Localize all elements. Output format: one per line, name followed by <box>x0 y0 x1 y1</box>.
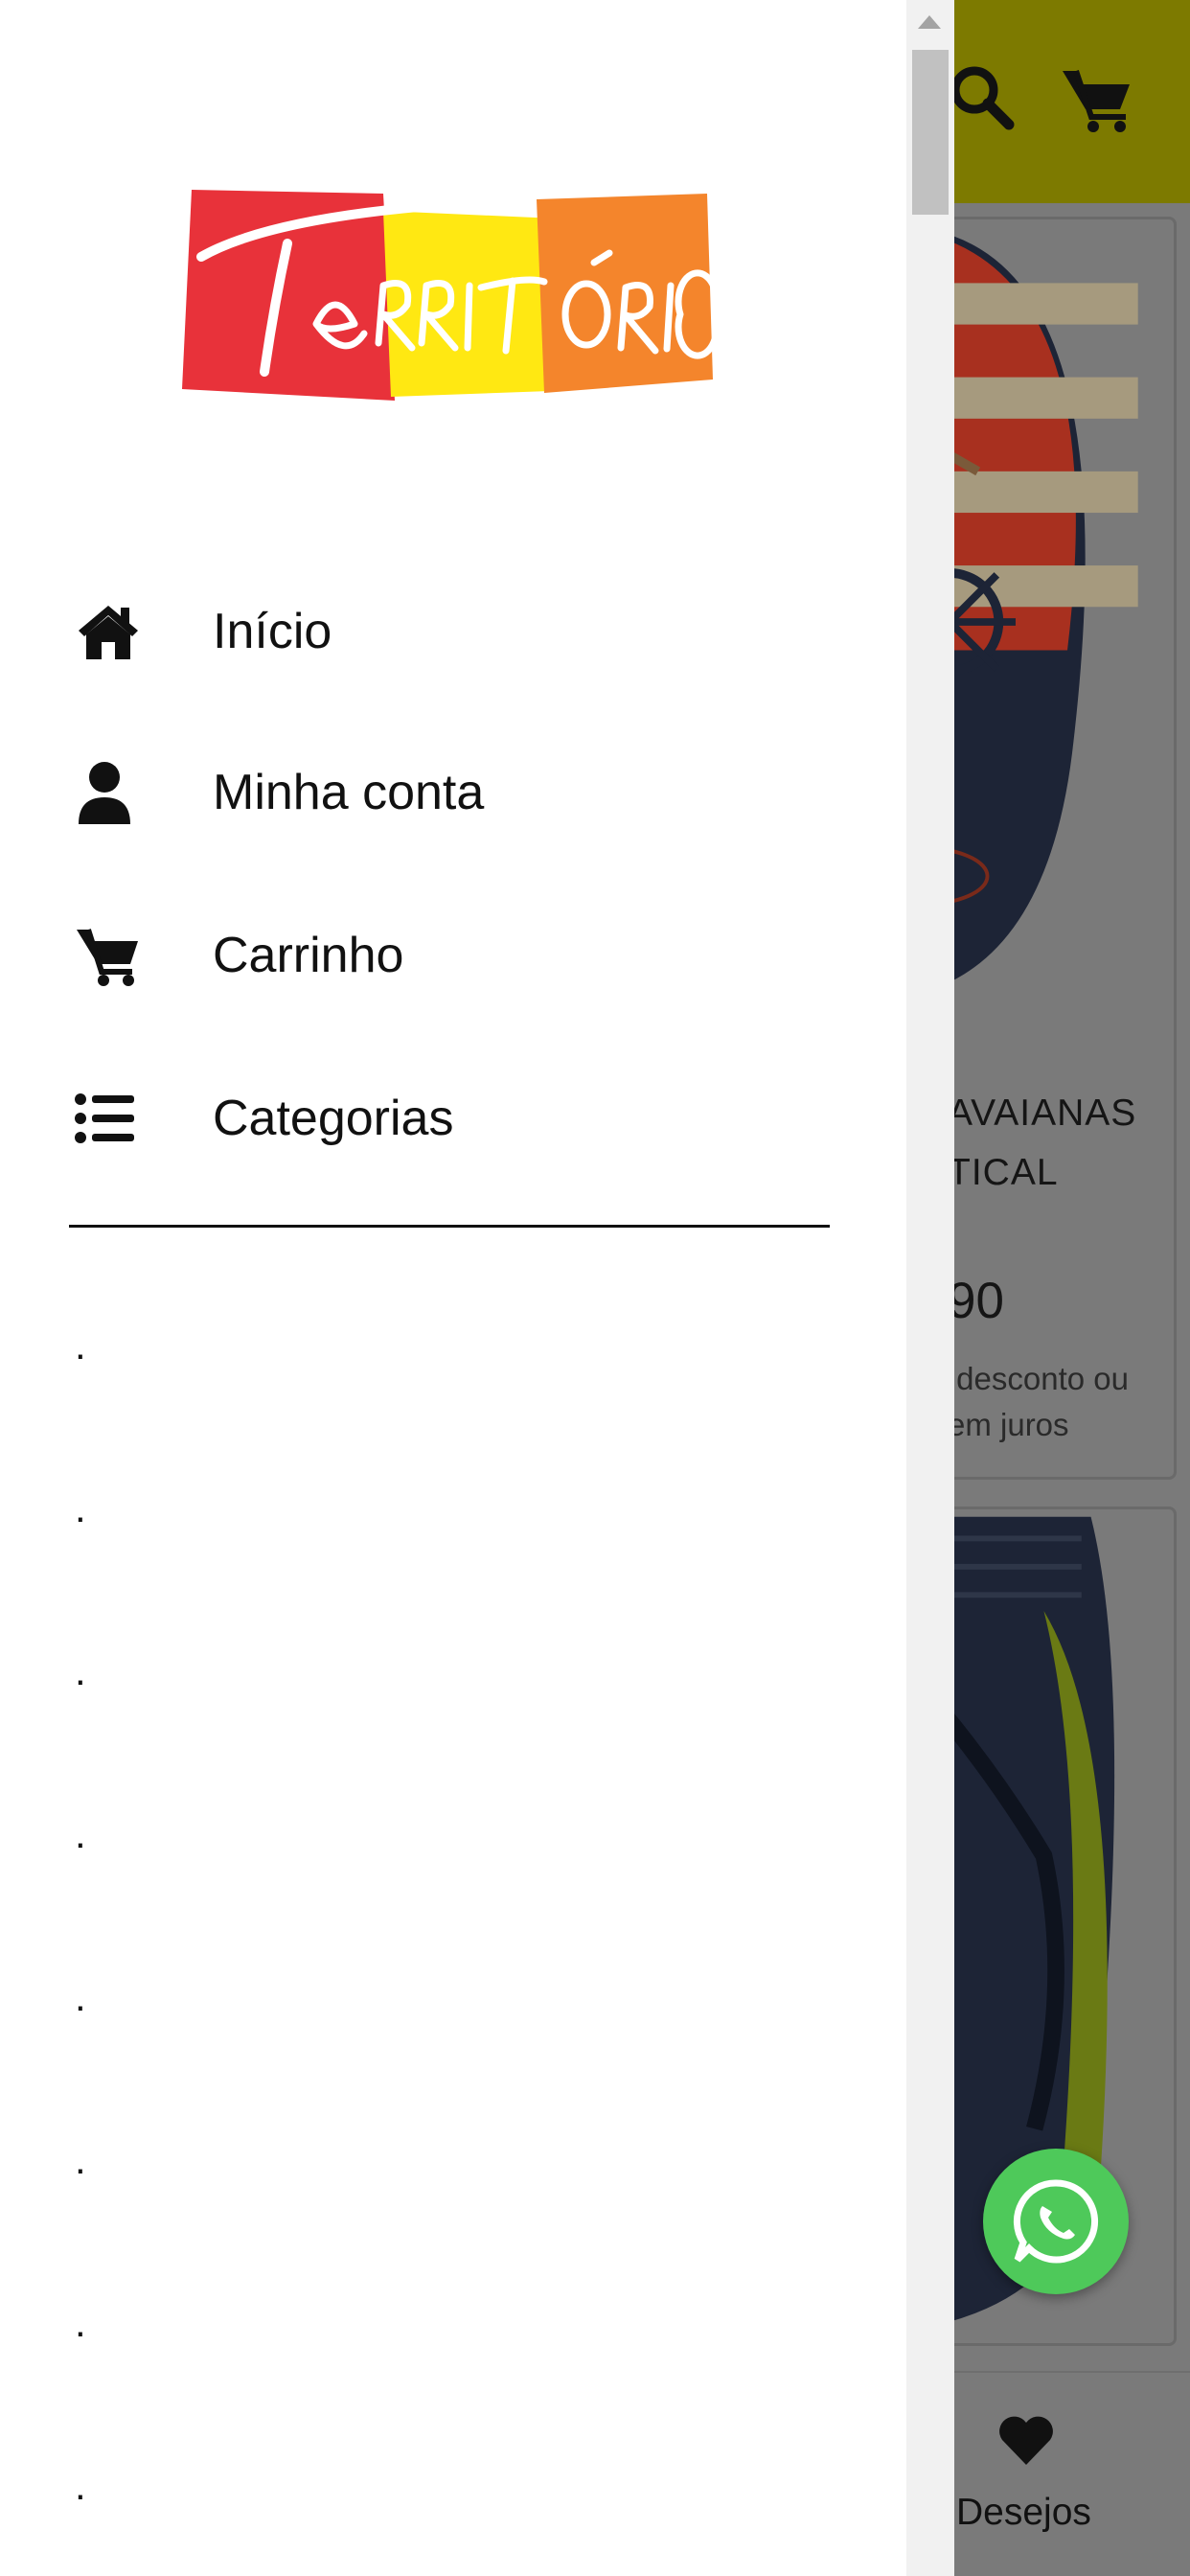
list-icon <box>75 1085 157 1152</box>
category-item[interactable]: . <box>75 1977 86 2017</box>
vertical-scrollbar[interactable] <box>906 0 954 2576</box>
wishlist-label[interactable]: Desejos <box>956 2492 1091 2534</box>
category-item[interactable]: . <box>75 2466 86 2506</box>
menu-item-inicio[interactable]: Início <box>67 579 834 684</box>
scroll-thumb[interactable] <box>912 50 949 215</box>
menu-label-carrinho: Carrinho <box>213 928 404 983</box>
user-icon <box>75 759 157 826</box>
whatsapp-button[interactable] <box>983 2149 1129 2294</box>
heart-icon[interactable] <box>996 2411 1056 2471</box>
category-item[interactable]: . <box>75 2140 86 2180</box>
category-item[interactable]: . <box>75 1814 86 1854</box>
menu-item-minha-conta[interactable]: Minha conta <box>67 740 834 845</box>
product-price: 90 <box>948 1273 1004 1329</box>
category-item[interactable]: . <box>75 2303 86 2343</box>
search-icon[interactable] <box>944 59 1020 136</box>
cart-icon[interactable] <box>1059 59 1135 136</box>
cart-icon <box>75 922 157 989</box>
divider <box>69 1225 830 1228</box>
whatsapp-icon <box>1013 2179 1099 2264</box>
menu-item-categorias[interactable]: Categorias <box>67 1066 834 1171</box>
territorio-logo[interactable] <box>182 180 719 410</box>
scroll-up-arrow-icon[interactable] <box>918 15 941 29</box>
menu-label-inicio: Início <box>213 604 332 659</box>
category-item[interactable]: . <box>75 1651 86 1691</box>
menu-label-minha-conta: Minha conta <box>213 765 485 820</box>
side-drawer: Início Minha conta Carrinho Categorias .… <box>0 0 906 2576</box>
menu-label-categorias: Categorias <box>213 1091 454 1146</box>
product-payment-note: desconto ou em juros <box>948 1361 1129 1442</box>
category-item[interactable]: . <box>75 1325 86 1366</box>
home-icon <box>75 598 157 665</box>
category-item[interactable]: . <box>75 1488 86 1529</box>
product-title: AVAIANAS TICAL <box>948 1092 1137 1193</box>
menu-item-carrinho[interactable]: Carrinho <box>67 903 834 1008</box>
